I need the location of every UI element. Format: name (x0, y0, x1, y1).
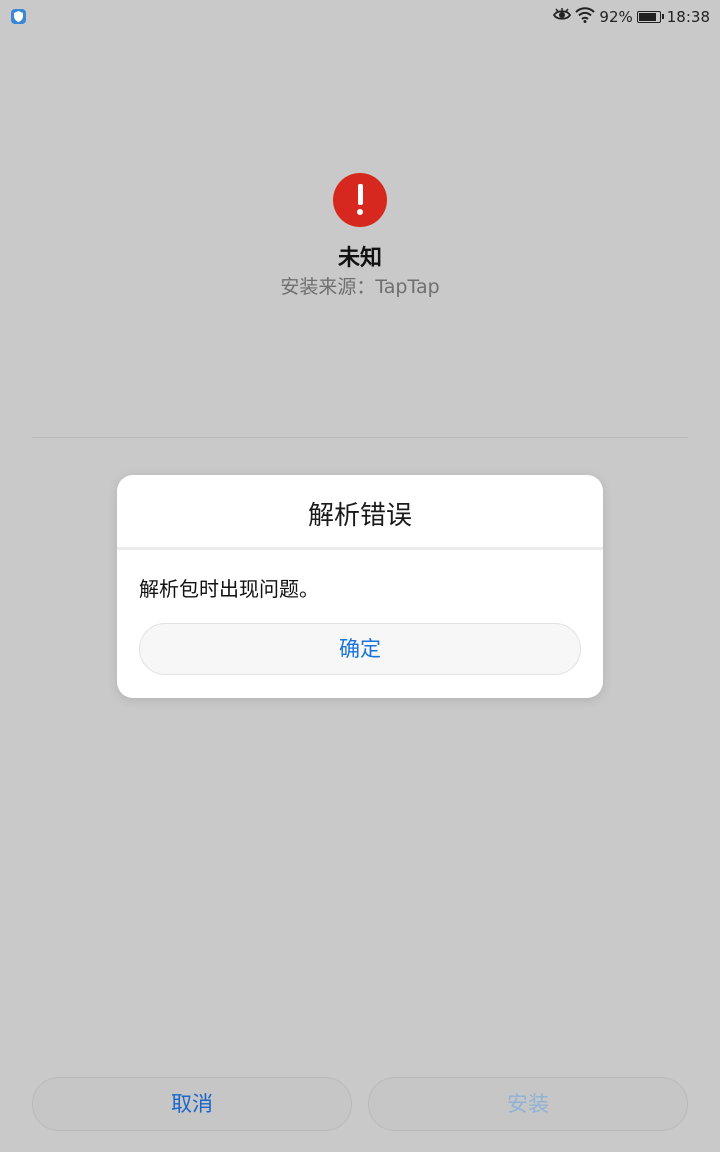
battery-icon (636, 11, 664, 23)
cancel-button[interactable]: 取消 (32, 1077, 352, 1131)
wifi-icon (575, 7, 596, 27)
eye-icon (553, 8, 572, 26)
status-bar: 92% 18:38 (0, 0, 720, 34)
app-name: 未知 (337, 246, 382, 271)
divider (32, 437, 688, 438)
alert-icon (333, 173, 387, 227)
parse-error-dialog: 解析错误 解析包时出现问题。 确定 (117, 475, 603, 698)
install-source: 安装来源：TapTap (280, 276, 440, 298)
shield-icon (11, 9, 26, 24)
battery-percent: 92% (599, 8, 633, 26)
dialog-divider (117, 547, 603, 550)
dialog-title: 解析错误 (307, 501, 412, 531)
clock: 18:38 (666, 8, 710, 26)
dialog-message: 解析包时出现问题。 (139, 577, 319, 601)
ok-button[interactable]: 确定 (139, 623, 581, 675)
status-indicators: 92% 18:38 (553, 6, 710, 28)
install-button[interactable]: 安装 (368, 1077, 688, 1131)
